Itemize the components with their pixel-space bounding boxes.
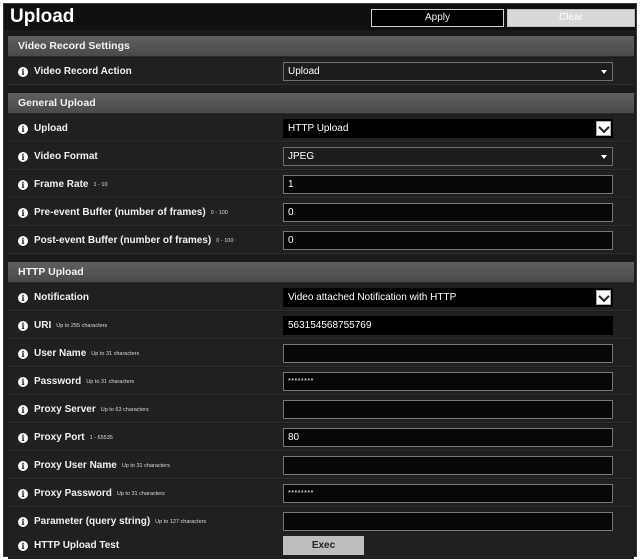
row-proxy-port: i Proxy Port 1 - 65535 80 [8,424,634,451]
proxy-server-input[interactable] [283,400,613,419]
video-record-action-label: Video Record Action [34,66,132,77]
notification-select[interactable]: Video attached Notification with HTTP [283,288,613,307]
pre-event-buffer-hint: 0 - 100 [210,209,228,216]
page-title: Upload [10,6,75,27]
row-user-name: i User Name Up to 31 characters [8,340,634,367]
upload-select[interactable]: HTTP Upload [283,119,613,138]
password-label: Password [34,376,82,387]
proxy-password-input[interactable]: ******** [283,484,613,503]
password-input[interactable]: ******** [283,372,613,391]
page-header: Upload Apply Clear [4,4,636,30]
row-proxy-server: i Proxy Server Up to 63 characters [8,396,634,423]
user-name-hint: Up to 31 characters [91,350,140,357]
apply-button[interactable]: Apply [371,9,504,27]
proxy-port-label: Proxy Port [34,432,85,443]
video-format-label: Video Format [34,151,98,162]
parameter-input[interactable] [283,512,613,531]
proxy-server-label: Proxy Server [34,404,96,415]
video-record-action-select[interactable]: Upload [283,62,613,81]
chevron-down-icon [601,70,607,74]
parameter-hint: Up to 127 characters [155,518,207,525]
pre-event-buffer-label: Pre-event Buffer (number of frames) [34,207,206,218]
info-icon[interactable]: i [18,235,28,246]
user-name-input[interactable] [283,344,613,363]
proxy-port-input[interactable]: 80 [283,428,613,447]
info-icon[interactable]: i [18,151,28,162]
section-http-upload: HTTP Upload [8,262,634,283]
info-icon[interactable]: i [18,123,28,134]
dropdown-arrow-icon [596,290,611,305]
upload-settings-panel: Upload Apply Clear Video Record Settings… [3,3,637,559]
info-icon[interactable]: i [18,432,28,443]
dropdown-arrow-icon [596,121,611,136]
info-icon[interactable]: i [18,460,28,471]
clear-button[interactable]: Clear [507,9,635,27]
http-upload-test-label: HTTP Upload Test [34,540,120,551]
section-video-record-settings: Video Record Settings [8,36,634,57]
pre-event-buffer-input[interactable]: 0 [283,203,613,222]
upload-label: Upload [34,123,68,134]
proxy-password-hint: Up to 31 characters [116,490,165,497]
proxy-password-label: Proxy Password [34,488,112,499]
info-icon[interactable]: i [18,488,28,499]
post-event-buffer-input[interactable]: 0 [283,231,613,250]
uri-hint: Up to 255 characters [56,322,108,329]
frame-rate-input[interactable]: 1 [283,175,613,194]
proxy-user-name-hint: Up to 31 characters [121,462,170,469]
exec-button[interactable]: Exec [283,536,364,555]
row-password: i Password Up to 31 characters ******** [8,368,634,395]
proxy-user-name-label: Proxy User Name [34,460,117,471]
password-hint: Up to 31 characters [86,378,135,385]
info-icon[interactable]: i [18,540,28,551]
row-pre-event-buffer: i Pre-event Buffer (number of frames) 0 … [8,199,634,226]
info-icon[interactable]: i [18,348,28,359]
row-video-format: i Video Format JPEG [8,143,634,170]
post-event-buffer-hint: 0 - 100 [216,237,234,244]
row-proxy-password: i Proxy Password Up to 31 characters ***… [8,480,634,507]
proxy-server-hint: Up to 63 characters [100,406,149,413]
info-icon[interactable]: i [18,516,28,527]
row-notification: i Notification Video attached Notificati… [8,284,634,311]
proxy-port-hint: 1 - 65535 [89,434,113,441]
proxy-user-name-input[interactable] [283,456,613,475]
info-icon[interactable]: i [18,66,28,77]
info-icon[interactable]: i [18,292,28,303]
frame-rate-label: Frame Rate [34,179,89,190]
row-parameter: i Parameter (query string) Up to 127 cha… [8,508,634,535]
chevron-down-icon [601,155,607,159]
info-icon[interactable]: i [18,207,28,218]
user-name-label: User Name [34,348,87,359]
row-frame-rate: i Frame Rate 1 - 10 1 [8,171,634,198]
info-icon[interactable]: i [18,320,28,331]
video-format-select[interactable]: JPEG [283,147,613,166]
post-event-buffer-label: Post-event Buffer (number of frames) [34,235,212,246]
info-icon[interactable]: i [18,404,28,415]
row-upload: i Upload HTTP Upload [8,115,634,142]
parameter-label: Parameter (query string) [34,516,151,527]
row-proxy-user-name: i Proxy User Name Up to 31 characters [8,452,634,479]
info-icon[interactable]: i [18,376,28,387]
frame-rate-hint: 1 - 10 [93,181,108,188]
notification-label: Notification [34,292,89,303]
info-icon[interactable]: i [18,179,28,190]
uri-label: URI [34,320,52,331]
row-http-upload-test: i HTTP Upload Test Exec [8,532,634,559]
row-uri: i URI Up to 255 characters 5631545687557… [8,312,634,339]
row-post-event-buffer: i Post-event Buffer (number of frames) 0… [8,227,634,254]
uri-input[interactable]: 563154568755769 [283,316,613,335]
section-general-upload: General Upload [8,93,634,114]
row-video-record-action: i Video Record Action Upload [8,58,634,85]
